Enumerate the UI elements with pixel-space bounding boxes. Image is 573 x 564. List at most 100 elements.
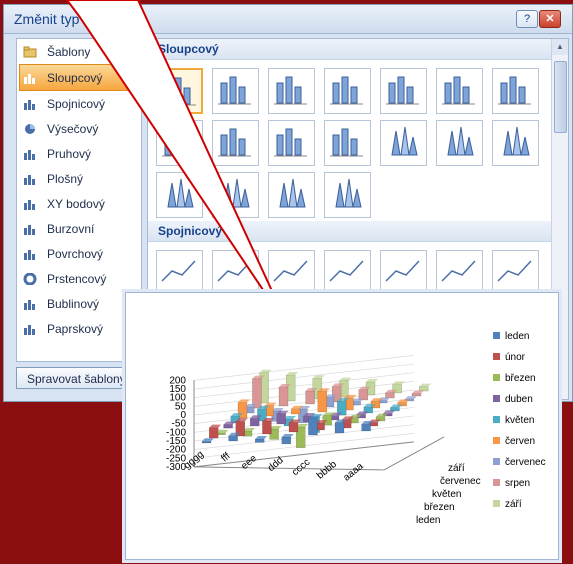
line-chart-thumbnail-1[interactable] — [212, 250, 259, 296]
bar-top — [366, 379, 378, 383]
nav-item-label: Povrchový — [47, 246, 104, 261]
column-chart-thumbnail-15[interactable] — [212, 172, 259, 218]
close-button[interactable]: ✕ — [539, 10, 561, 28]
line-chart-thumbnail-2[interactable] — [268, 250, 315, 296]
dialog-titlebar: Změnit typ grafu ? ✕ — [4, 5, 572, 34]
legend-label: srpen — [505, 478, 530, 489]
area-chart-icon — [23, 173, 37, 185]
column-chart-thumbnail-9[interactable] — [268, 120, 315, 166]
nav-item-4[interactable]: Pruhový — [17, 141, 141, 166]
scroll-up-arrow-icon[interactable]: ▲ — [552, 39, 568, 55]
column-chart-thumbnail-1[interactable] — [212, 68, 259, 114]
bar-top — [281, 434, 294, 437]
scrollbar-thumb[interactable] — [554, 61, 567, 133]
column-chart-thumbnail-11[interactable] — [380, 120, 427, 166]
line-chart-thumbnail-3[interactable] — [324, 250, 371, 296]
line-chart-gallery — [148, 242, 562, 299]
bar — [281, 436, 292, 445]
category-label: aaaa — [341, 461, 365, 484]
nav-item-9[interactable]: Prstencový — [17, 266, 141, 291]
surface-chart-icon — [23, 248, 37, 260]
category-label: cccc — [290, 457, 312, 478]
bar — [262, 420, 272, 435]
bar — [385, 392, 395, 399]
help-button[interactable]: ? — [516, 10, 538, 28]
column-chart-thumbnail-5[interactable] — [436, 68, 483, 114]
nav-item-1[interactable]: Sloupcový — [19, 64, 139, 91]
legend-label: únor — [505, 352, 526, 363]
3d-column-chart[interactable]: 200150100500-50-100-150-200-250-300gggg f… — [126, 293, 558, 559]
dialog-title: Změnit typ grafu — [14, 11, 116, 27]
column-chart-thumbnail-14[interactable] — [156, 172, 203, 218]
nav-item-label: Sloupcový — [47, 70, 103, 85]
section-header-column: Sloupcový — [148, 39, 568, 60]
column-chart-thumbnail-17[interactable] — [324, 172, 371, 218]
nav-item-8[interactable]: Povrchový — [17, 241, 141, 266]
depth-axis-label: květen — [432, 489, 461, 500]
column-chart-thumbnail-3[interactable] — [324, 68, 371, 114]
manage-templates-button[interactable]: Spravovat šablony — [16, 367, 140, 389]
nav-item-label: Pruhový — [47, 146, 92, 161]
legend-label: červen — [505, 436, 535, 447]
bar — [305, 390, 315, 405]
nav-item-7[interactable]: Burzovní — [17, 216, 141, 241]
nav-item-11[interactable]: Paprskový — [17, 316, 141, 341]
nav-item-6[interactable]: XY bodový — [17, 191, 141, 216]
line-chart-thumbnail-5[interactable] — [436, 250, 483, 296]
nav-item-0[interactable]: Šablony — [17, 39, 141, 64]
bar — [308, 418, 318, 436]
bar — [201, 441, 212, 444]
legend-swatch — [493, 374, 500, 381]
bar — [223, 424, 233, 429]
bar — [249, 417, 260, 427]
column-chart-thumbnail-4[interactable] — [380, 68, 427, 114]
legend-label: září — [505, 499, 522, 510]
column-chart-thumbnail-10[interactable] — [324, 120, 371, 166]
column-chart-thumbnail-2[interactable] — [268, 68, 315, 114]
column-chart-thumbnail-13[interactable] — [492, 120, 539, 166]
bar — [334, 422, 345, 434]
bar-top — [356, 411, 369, 415]
column-chart-thumbnail-6[interactable] — [492, 68, 539, 114]
column-chart-thumbnail-7[interactable] — [156, 120, 203, 166]
legend-label: leden — [505, 331, 529, 342]
bar — [418, 386, 429, 392]
line-chart-thumbnail-0[interactable] — [156, 250, 203, 296]
bar-top — [209, 424, 222, 428]
legend-label: duben — [505, 394, 533, 405]
line-chart-thumbnail-4[interactable] — [380, 250, 427, 296]
nav-item-3[interactable]: Výsečový — [17, 116, 141, 141]
bar — [252, 378, 262, 409]
column-chart-thumbnail-0[interactable] — [156, 68, 203, 114]
floor-side-edge — [383, 436, 445, 471]
nav-item-label: Prstencový — [47, 271, 107, 286]
legend-label: březen — [505, 373, 536, 384]
nav-item-label: Bublinový — [47, 296, 100, 311]
line-chart-icon — [23, 98, 37, 110]
legend-swatch — [493, 437, 500, 444]
chart-area[interactable]: 200 150 100 50 0 -50 -100 -150 -200 -250 -300 gggg f… — [125, 292, 559, 560]
stock-chart-icon — [23, 223, 37, 235]
bar — [208, 427, 219, 439]
column-chart-thumbnail-12[interactable] — [436, 120, 483, 166]
column-chart-gallery — [148, 60, 562, 221]
nav-item-label: Burzovní — [47, 221, 95, 236]
bar — [254, 438, 265, 443]
bar — [411, 393, 422, 397]
folder-icon — [23, 46, 37, 58]
pie-chart-icon — [23, 123, 37, 135]
bar-top — [255, 436, 268, 439]
bar-top — [419, 383, 432, 387]
nav-item-5[interactable]: Plošný — [17, 166, 141, 191]
category-label: eee — [239, 453, 259, 472]
column-chart-icon — [23, 72, 37, 84]
legend-swatch — [493, 500, 500, 507]
bar — [278, 386, 289, 407]
column-chart-thumbnail-16[interactable] — [268, 172, 315, 218]
nav-item-10[interactable]: Bublinový — [17, 291, 141, 316]
nav-item-label: Plošný — [47, 171, 84, 186]
nav-item-2[interactable]: Spojnicový — [17, 91, 141, 116]
column-chart-thumbnail-8[interactable] — [212, 120, 259, 166]
bar — [361, 423, 371, 432]
line-chart-thumbnail-6[interactable] — [492, 250, 539, 296]
